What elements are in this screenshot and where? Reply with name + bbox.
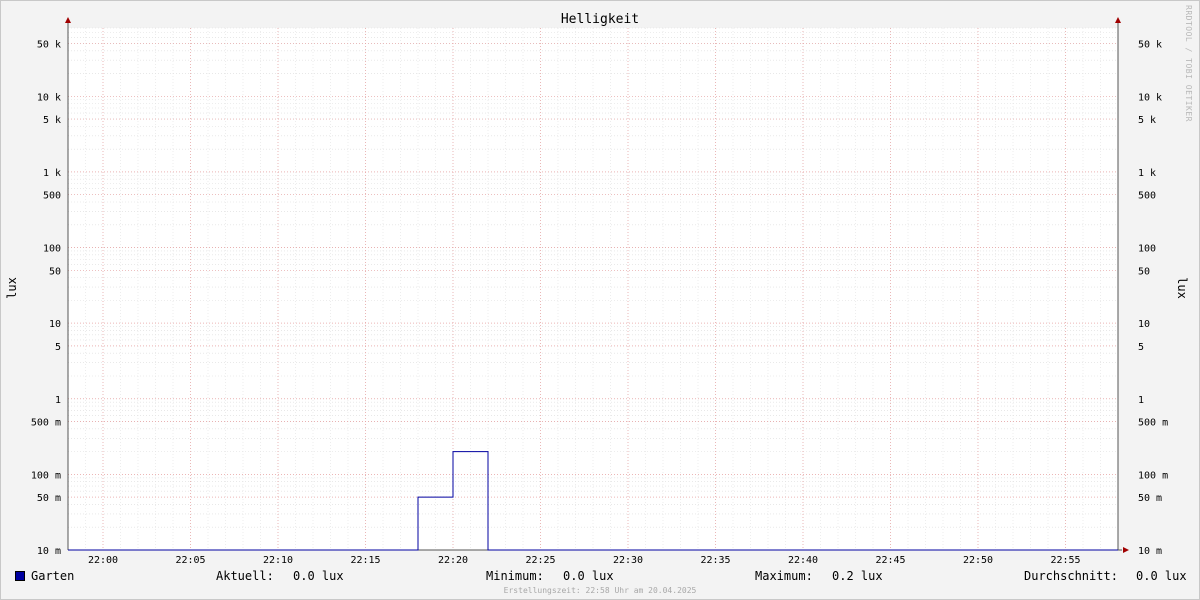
creation-time-footer: Erstellungszeit: 22:58 Uhr am 20.04.2025 (503, 586, 697, 595)
y-axis-label-right: lux (1175, 277, 1189, 299)
x-tick-label: 22:10 (263, 555, 293, 566)
legend-current-value: 0.0 lux (293, 569, 344, 583)
y-tick-label-left: 500 m (31, 418, 61, 429)
y-tick-label-left: 10 (49, 319, 61, 330)
y-tick-label-right: 1 (1138, 395, 1144, 406)
y-tick-label-right: 10 k (1138, 92, 1162, 103)
x-tick-label: 22:35 (700, 555, 730, 566)
chart-title: Helligkeit (560, 12, 640, 27)
y-tick-label-right: 500 (1138, 191, 1156, 202)
y-tick-label-left: 50 m (37, 493, 61, 504)
y-tick-label-left: 5 k (43, 115, 61, 126)
x-tick-label: 22:00 (88, 555, 118, 566)
legend-min-label: Minimum: (486, 569, 544, 583)
y-tick-label-left: 10 k (37, 92, 61, 103)
y-axis-label-left: lux (5, 277, 19, 299)
y-tick-label-left: 1 (55, 395, 61, 406)
y-tick-label-left: 50 k (37, 39, 61, 50)
legend-avg-value: 0.0 lux (1136, 569, 1187, 583)
y-tick-label-left: 100 (43, 244, 61, 255)
y-tick-label-right: 5 (1138, 342, 1144, 353)
y-tick-label-left: 1 k (43, 168, 61, 179)
y-tick-label-right: 1 k (1138, 168, 1156, 179)
x-axis-arrow (1123, 547, 1129, 553)
x-tick-label: 22:25 (525, 555, 555, 566)
y-tick-label-right: 100 (1138, 244, 1156, 255)
legend: Garten Aktuell: 0.0 lux Minimum: 0.0 lux… (1, 569, 1199, 585)
x-tick-label: 22:20 (438, 555, 468, 566)
x-tick-label: 22:45 (875, 555, 905, 566)
rrdtool-watermark: RRDTOOL / TOBI OETIKER (1184, 5, 1193, 122)
y-tick-label-right: 5 k (1138, 115, 1156, 126)
x-tick-label: 22:30 (613, 555, 643, 566)
graph-frame: 10 m 10 m 50 m 50 m 100 m 100 m 500 m 500 m 1 1 5 5… (0, 0, 1200, 600)
y-tick-label-left: 10 m (37, 546, 61, 557)
x-tick-label: 22:05 (175, 555, 205, 566)
x-tick-label: 22:50 (963, 555, 993, 566)
legend-min-value: 0.0 lux (563, 569, 614, 583)
legend-current-label: Aktuell: (216, 569, 274, 583)
y-tick-label-left: 5 (55, 342, 61, 353)
y-tick-label-left: 500 (43, 191, 61, 202)
y-tick-label-left: 50 (49, 266, 61, 277)
y-tick-label-left: 100 m (31, 470, 61, 481)
y-tick-label-right: 10 m (1138, 546, 1162, 557)
y-tick-label-right: 50 m (1138, 493, 1162, 504)
chart: 10 m 10 m 50 m 50 m 100 m 100 m 500 m 500 m 1 1 5 5… (31, 17, 1168, 566)
y-tick-label-right: 10 (1138, 319, 1150, 330)
x-tick-label: 22:40 (788, 555, 818, 566)
legend-max-label: Maximum: (755, 569, 813, 583)
y-tick-label-right: 50 (1138, 266, 1150, 277)
y-tick-label-right: 100 m (1138, 470, 1168, 481)
y-tick-label-right: 500 m (1138, 418, 1168, 429)
legend-avg-label: Durchschnitt: (1024, 569, 1118, 583)
x-tick-label: 22:55 (1050, 555, 1080, 566)
y-tick-label-right: 50 k (1138, 39, 1162, 50)
legend-max-value: 0.2 lux (832, 569, 883, 583)
legend-swatch (15, 571, 25, 581)
legend-series-name: Garten (31, 569, 75, 583)
x-tick-label: 22:15 (350, 555, 380, 566)
